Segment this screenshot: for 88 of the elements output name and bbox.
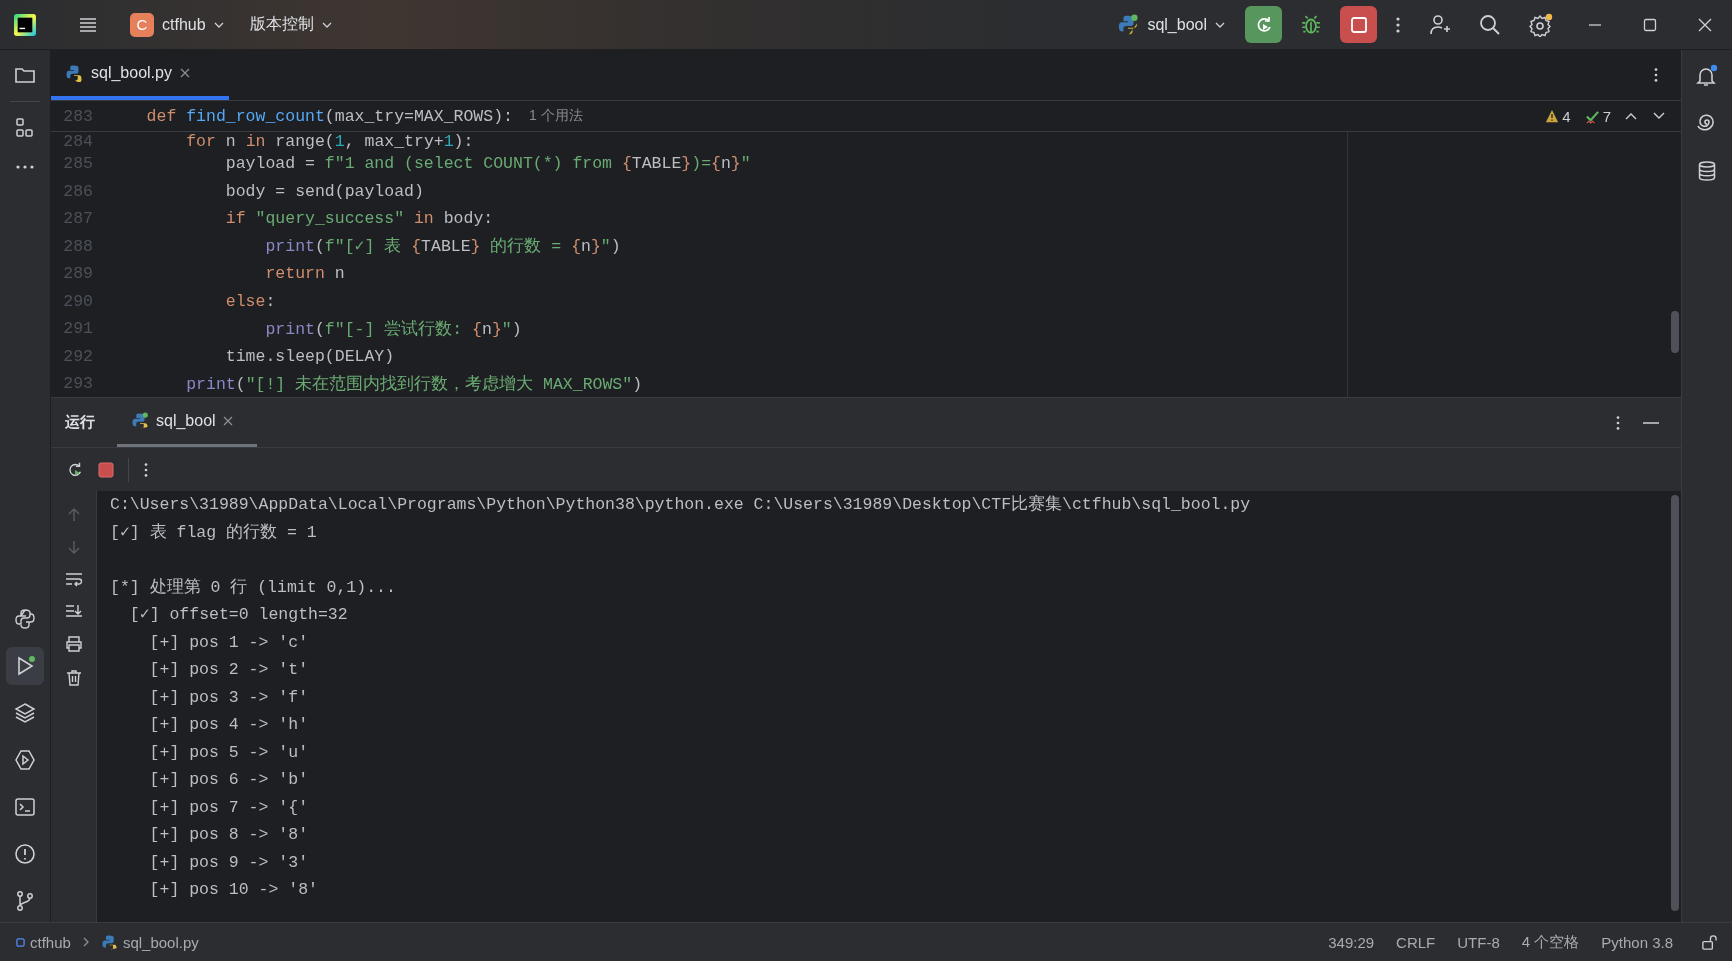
code-line: print(f"[✓] 表 {TABLE} 的行数 = {n}"): [264, 236, 621, 258]
vcs-menu[interactable]: 版本控制: [241, 8, 340, 41]
chevron-icon: [82, 937, 89, 947]
code-line: payload = f"1 and (select COUNT(*) from {TABLE})={n}": [224, 154, 751, 174]
maximize-icon[interactable]: [1643, 17, 1657, 32]
python-icon: [1117, 13, 1140, 36]
lock-icon[interactable]: [1701, 933, 1718, 951]
close-icon[interactable]: [222, 416, 233, 426]
stop-icon: [1348, 14, 1369, 35]
panel-title: 运行: [65, 413, 95, 432]
module-icon: [16, 937, 25, 947]
console-line: [+] pos 4 -> 'h': [148, 714, 310, 736]
stop-icon[interactable]: [98, 461, 114, 478]
console-line: [+] pos 5 -> 'u': [148, 741, 310, 764]
console-line: [*] 处理第 0 行 (limit 0,1)...: [110, 576, 397, 599]
database-icon[interactable]: [1696, 160, 1718, 182]
code-line: time.sleep(DELAY): [224, 346, 395, 366]
search-icon[interactable]: [1479, 13, 1501, 36]
console-line: [+] pos 2 -> 't': [148, 659, 310, 681]
file-encoding[interactable]: UTF-8: [1457, 933, 1500, 951]
indent-setting[interactable]: 4 个空格: [1521, 932, 1580, 952]
services-icon[interactable]: [14, 749, 36, 771]
console-line: [+] pos 6 -> 'b': [148, 769, 310, 791]
add-user-icon[interactable]: [1429, 13, 1451, 36]
rerun-icon[interactable]: [66, 460, 84, 479]
layers-icon[interactable]: [14, 702, 36, 724]
terminal-icon[interactable]: [14, 796, 36, 818]
caret-icon: [213, 21, 224, 28]
line-ending[interactable]: CRLF: [1396, 933, 1436, 951]
console-line: [+] pos 3 -> 'f': [148, 686, 310, 709]
previous-icon[interactable]: [1625, 112, 1637, 120]
close-icon[interactable]: [179, 68, 190, 78]
run-configuration-selector[interactable]: sql_bool: [1109, 7, 1233, 42]
console-line: C:\Users\31989\AppData\Local\Programs\Python\Python38\python.exe C:\Users\31989\Desktop\CTF比赛集\ctfhub\sql_bool.py: [110, 493, 1252, 516]
code-line: body = send(payload): [224, 181, 424, 201]
check-icon: [1584, 108, 1600, 124]
python-icon: [65, 64, 83, 82]
code-line: for n in range(1, max_try+1):: [185, 132, 474, 150]
code-line: def find_row_count(max_try=MAX_ROWS):: [145, 106, 513, 126]
interpreter[interactable]: Python 3.8: [1601, 933, 1673, 951]
cursor-position[interactable]: 349:29: [1328, 933, 1375, 951]
code-line: print(f"[-] 尝试行数: {n}"): [264, 318, 522, 340]
console-line: [+] pos 10 -> '8': [148, 879, 319, 901]
warning-count[interactable]: 4: [1545, 107, 1571, 125]
more-icon[interactable]: [14, 164, 36, 170]
run-tool-button[interactable]: [6, 647, 44, 685]
breadcrumb[interactable]: ctfhub: [16, 933, 71, 951]
console-line: [+] pos 9 -> '3': [148, 851, 310, 874]
app-logo-icon[interactable]: [14, 13, 36, 36]
scroll-to-end-icon[interactable]: [64, 603, 83, 619]
notifications-icon[interactable]: [1695, 64, 1719, 88]
more-icon[interactable]: [1653, 66, 1659, 84]
git-branch-icon[interactable]: [14, 890, 36, 912]
bug-icon[interactable]: [1300, 13, 1322, 36]
console-line: [+] pos 7 -> '{': [148, 796, 310, 819]
caret-icon: [1215, 21, 1225, 28]
scrollbar[interactable]: [1671, 495, 1679, 911]
next-icon[interactable]: [1653, 112, 1665, 120]
code-line: print("[!] 未在范围内找到行数，考虑增大 MAX_ROWS"): [185, 373, 643, 395]
code-line: return n: [264, 264, 345, 284]
close-icon[interactable]: [1698, 17, 1712, 32]
passed-count[interactable]: 7: [1584, 107, 1611, 125]
caret-icon: [321, 21, 332, 28]
print-icon[interactable]: [64, 635, 83, 653]
python-console-icon[interactable]: [14, 608, 36, 630]
more-icon[interactable]: [1615, 413, 1621, 432]
project-selector[interactable]: C ctfhub: [122, 6, 232, 43]
problems-icon[interactable]: [14, 843, 36, 865]
scrollbar[interactable]: [1671, 311, 1679, 353]
python-icon: [100, 933, 118, 951]
rerun-button[interactable]: [1245, 6, 1282, 43]
structure-icon[interactable]: [14, 117, 36, 139]
stop-button[interactable]: [1340, 6, 1377, 43]
minimize-icon[interactable]: [1643, 420, 1659, 425]
trash-icon[interactable]: [64, 669, 83, 687]
more-icon[interactable]: [143, 460, 149, 479]
console-line: [✓] offset=0 length=32: [128, 604, 349, 626]
console-line: [+] pos 1 -> 'c': [148, 631, 310, 654]
usage-hint[interactable]: 1 个用法: [529, 107, 583, 125]
console-line: [+] pos 8 -> '8': [148, 824, 310, 846]
code-line: if "query_success" in body:: [224, 209, 494, 229]
soft-wrap-icon[interactable]: [64, 571, 83, 587]
python-icon: [131, 412, 149, 430]
code-line: else:: [224, 291, 276, 311]
console-line: [✓] 表 flag 的行数 = 1: [110, 521, 318, 544]
warning-icon: [1545, 109, 1560, 123]
settings-icon[interactable]: [1529, 12, 1553, 37]
breadcrumb[interactable]: sql_bool.py: [100, 933, 199, 951]
